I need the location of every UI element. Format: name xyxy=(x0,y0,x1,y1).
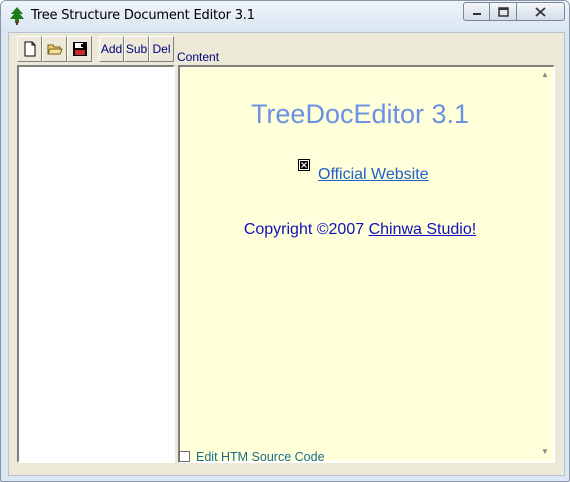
window-title: Tree Structure Document Editor 3.1 xyxy=(31,8,255,23)
scroll-up-icon[interactable]: ▲ xyxy=(541,70,549,79)
add-subnode-button[interactable]: Sub xyxy=(124,36,149,62)
save-document-button[interactable] xyxy=(67,36,92,62)
client-area: Add Sub Del Content TreeDocEditor 3.1 Of… xyxy=(8,32,565,476)
title-bar[interactable]: Tree Structure Document Editor 3.1 xyxy=(1,1,569,31)
new-document-button[interactable] xyxy=(17,36,42,62)
content-view[interactable]: TreeDocEditor 3.1 Official Website Copyr… xyxy=(178,65,555,463)
save-icon xyxy=(72,42,87,56)
edit-source-checkbox[interactable] xyxy=(179,451,190,462)
close-button[interactable] xyxy=(517,2,565,21)
restore-icon xyxy=(497,6,509,17)
close-icon xyxy=(535,6,546,17)
open-folder-icon xyxy=(46,44,63,55)
minimize-button[interactable] xyxy=(463,2,490,21)
scroll-down-icon[interactable]: ▼ xyxy=(541,447,549,456)
delete-node-button[interactable]: Del xyxy=(149,36,174,62)
document-title: TreeDocEditor 3.1 xyxy=(250,99,470,129)
tree-app-icon xyxy=(10,7,24,25)
new-file-icon xyxy=(24,41,35,57)
edit-source-label[interactable]: Edit HTM Source Code xyxy=(196,450,325,464)
tree-view[interactable] xyxy=(17,65,175,463)
broken-image-icon xyxy=(298,159,310,171)
vertical-scrollbar[interactable]: ▲ ▼ xyxy=(537,67,553,461)
app-window: Tree Structure Document Editor 3.1 Add S… xyxy=(0,0,570,482)
maximize-button[interactable] xyxy=(490,2,517,21)
copyright-prefix: Copyright ©2007 xyxy=(243,221,369,238)
copyright-text: Copyright ©2007 Chinwa Studio! xyxy=(180,221,540,239)
minimize-icon xyxy=(472,12,481,15)
official-website-link[interactable]: Official Website xyxy=(318,166,429,184)
add-node-button[interactable]: Add xyxy=(99,36,124,62)
content-label: Content xyxy=(177,50,220,64)
chinwa-studio-link[interactable]: Chinwa Studio! xyxy=(369,221,477,238)
open-document-button[interactable] xyxy=(42,36,67,62)
